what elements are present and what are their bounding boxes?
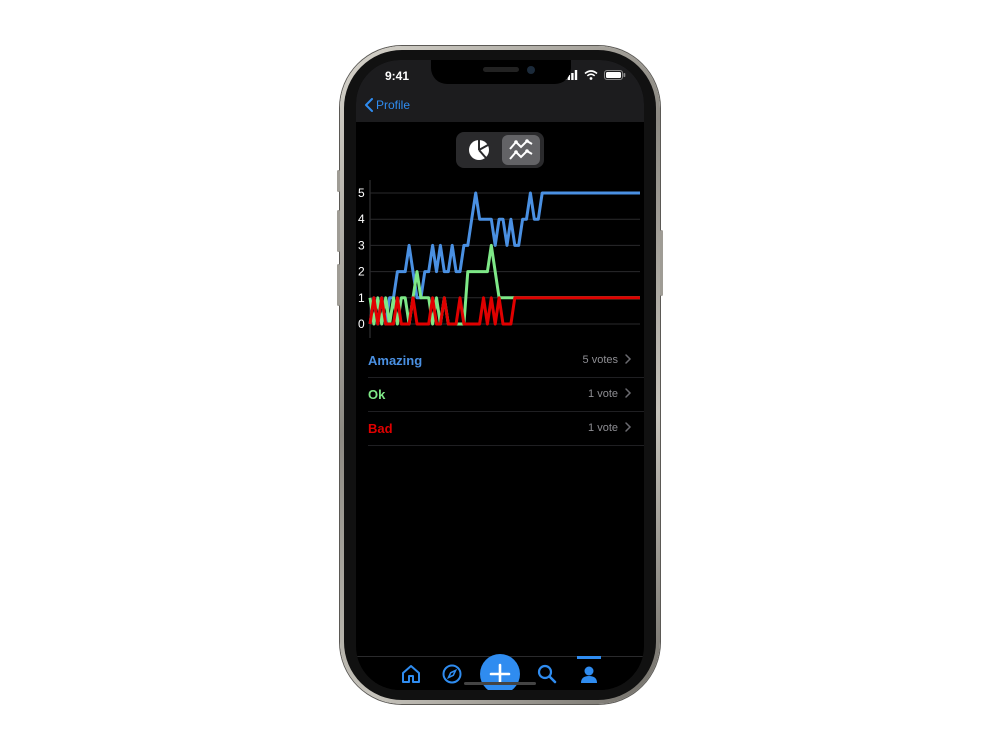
screen: 9:41 Profile 5 4 3 2 1 0 Amazing 5 votes…: [356, 60, 644, 690]
result-count: 5 votes: [582, 354, 618, 366]
pie-chart-icon: [469, 139, 489, 160]
notch: [431, 60, 571, 84]
chevron-right-icon: [625, 354, 632, 364]
active-tab-indicator: [577, 656, 601, 659]
navigation-bar: Profile: [356, 94, 644, 122]
results-list: Amazing 5 votes Ok 1 vote Bad 1 vote: [356, 344, 644, 446]
result-row-amazing[interactable]: Amazing 5 votes: [368, 344, 644, 378]
y-tick-label: 1: [358, 291, 365, 305]
result-label: Bad: [368, 421, 393, 436]
tab-home[interactable]: [398, 661, 424, 687]
line-chart-tab[interactable]: [502, 135, 540, 165]
series-line-bad: [368, 296, 640, 326]
result-row-bad[interactable]: Bad 1 vote: [368, 412, 644, 446]
chart-type-toggle: [456, 132, 544, 168]
result-count: 1 vote: [588, 388, 618, 400]
side-button-volume-up: [337, 210, 340, 252]
back-label: Profile: [376, 98, 411, 112]
y-tick-label: 2: [358, 265, 365, 279]
side-button-power: [660, 230, 663, 296]
side-button-volume-down: [337, 264, 340, 306]
back-button[interactable]: Profile: [364, 98, 410, 112]
chevron-right-icon: [625, 388, 632, 398]
result-label: Amazing: [368, 353, 423, 368]
front-camera: [527, 66, 535, 74]
result-count: 1 vote: [588, 422, 618, 434]
battery-icon: [604, 70, 626, 80]
result-label: Ok: [368, 387, 386, 402]
tab-search[interactable]: [534, 661, 560, 687]
y-tick-label: 0: [358, 317, 365, 331]
tab-profile[interactable]: [576, 661, 602, 687]
tab-explore[interactable]: [439, 661, 465, 687]
speaker: [483, 67, 519, 72]
votes-line-chart: 5 4 3 2 1 0: [358, 180, 640, 338]
status-icons: [564, 70, 626, 80]
chevron-right-icon: [625, 422, 632, 432]
series-line-amazing: [368, 191, 640, 326]
status-time: 9:41: [385, 69, 410, 83]
y-tick-label: 3: [358, 238, 365, 252]
wifi-icon: [584, 70, 598, 80]
result-row-ok[interactable]: Ok 1 vote: [368, 378, 644, 412]
home-icon: [402, 665, 420, 683]
profile-icon: [581, 666, 597, 683]
y-tick-label: 4: [358, 212, 365, 226]
compass-icon: [442, 664, 462, 684]
search-icon: [537, 664, 557, 684]
pie-chart-tab[interactable]: [460, 135, 498, 165]
line-chart-icon: [509, 139, 533, 160]
chevron-left-icon: [365, 98, 373, 112]
side-button-silent: [337, 170, 340, 192]
y-tick-label: 5: [358, 186, 365, 200]
home-indicator: [464, 682, 536, 685]
